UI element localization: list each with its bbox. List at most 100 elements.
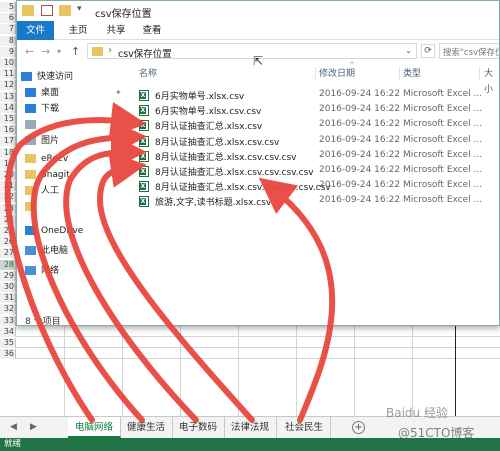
sheet-row bbox=[0, 349, 500, 359]
excel-file-icon bbox=[139, 135, 149, 147]
file-name: 8月认证抽查汇总.xlsx.csv.csv.csv bbox=[155, 152, 297, 163]
row-header[interactable]: 33 bbox=[0, 316, 16, 326]
nav-item[interactable]: 网络 bbox=[25, 263, 59, 279]
column-header-type[interactable]: 类型 bbox=[403, 66, 421, 82]
nav-item[interactable]: 此电脑 bbox=[25, 243, 68, 259]
column-gridline bbox=[296, 326, 297, 416]
nav-item[interactable]: 图片 bbox=[25, 133, 59, 149]
nav-item[interactable]: OneDrive bbox=[25, 223, 83, 239]
tab-share[interactable]: 共享 bbox=[101, 21, 131, 40]
sheet-tab-0[interactable]: 电脑网络 bbox=[68, 417, 122, 438]
row-header[interactable]: 19 bbox=[0, 159, 16, 169]
row-header[interactable]: 8 bbox=[0, 36, 16, 46]
row-header[interactable]: 30 bbox=[0, 282, 16, 292]
file-row[interactable]: 旅游,文字,读书标题.xlsx.csv 2016-09-24 16:22Micro… bbox=[129, 194, 499, 209]
chevron-down-icon[interactable]: ⌄ bbox=[405, 46, 412, 55]
column-divider[interactable] bbox=[315, 67, 316, 81]
row-header[interactable]: 10 bbox=[0, 58, 16, 68]
file-explorer-window: ▾ csv保存位置 文件 主页 共享 查看 ← → ▾ ↑ › csv保存位置 … bbox=[16, 0, 500, 326]
nav-item[interactable] bbox=[25, 117, 41, 133]
column-header-size[interactable]: 大小 bbox=[484, 66, 499, 95]
pin-icon[interactable]: ✦ bbox=[115, 104, 122, 113]
row-header[interactable]: 15 bbox=[0, 114, 16, 124]
row-header[interactable]: 26 bbox=[0, 237, 16, 247]
pin-icon[interactable]: ✦ bbox=[115, 88, 122, 97]
file-type: Microsoft Excel ... bbox=[403, 119, 483, 130]
refresh-button[interactable]: ⟳ bbox=[421, 44, 435, 58]
add-sheet-button[interactable]: + bbox=[352, 421, 365, 434]
recent-dropdown-icon[interactable]: ▾ bbox=[57, 47, 61, 56]
file-row[interactable]: 8月认证抽查汇总.xlsx.csv.csv.csv.csv 2016-09-24 … bbox=[129, 164, 499, 179]
row-header[interactable]: 18 bbox=[0, 148, 16, 158]
sheet-scroll-left-icon[interactable]: ◀ bbox=[10, 422, 17, 432]
row-header[interactable]: 35 bbox=[0, 338, 16, 348]
address-bar[interactable]: › csv保存位置 ⌄ bbox=[87, 43, 417, 60]
pin-icon[interactable]: ✦ bbox=[115, 136, 122, 145]
nav-item[interactable]: 下载 bbox=[25, 101, 59, 117]
documents-icon bbox=[25, 120, 36, 129]
tab-home[interactable]: 主页 bbox=[63, 21, 93, 40]
row-header[interactable]: 36 bbox=[0, 349, 16, 359]
row-header[interactable]: 31 bbox=[0, 293, 16, 303]
up-arrow-icon[interactable]: ↑ bbox=[71, 45, 80, 58]
nav-item[interactable] bbox=[25, 199, 41, 215]
row-header[interactable]: 17 bbox=[0, 136, 16, 146]
properties-icon[interactable] bbox=[41, 5, 53, 16]
sheet-tab-2[interactable]: 电子数码 bbox=[172, 417, 226, 438]
row-header[interactable]: 23 bbox=[0, 204, 16, 214]
file-row[interactable]: 8月认证抽查汇总.xlsx.csv.csv.csv.csv.csv2016-09… bbox=[129, 179, 499, 194]
file-row[interactable]: 8月认证抽查汇总.xlsx.csv.csv.csv 2016-09-24 16:2… bbox=[129, 149, 499, 164]
tab-file[interactable]: 文件 bbox=[17, 21, 54, 40]
file-row[interactable]: 8月认证抽查汇总.xlsx.csv.csv 2016-09-24 16:22Mic… bbox=[129, 134, 499, 149]
row-header[interactable]: 22 bbox=[0, 192, 16, 202]
tab-view[interactable]: 查看 bbox=[137, 21, 167, 40]
row-header[interactable]: 12 bbox=[0, 80, 16, 90]
column-divider[interactable] bbox=[479, 67, 480, 81]
row-header[interactable]: 5 bbox=[0, 2, 16, 12]
back-arrow-icon[interactable]: ← bbox=[25, 45, 34, 58]
breadcrumb-separator-icon[interactable]: › bbox=[108, 45, 112, 56]
column-header-date[interactable]: 修改日期 bbox=[319, 66, 355, 82]
forward-arrow-icon[interactable]: → bbox=[41, 45, 50, 58]
sheet-tab-4[interactable]: 社会民生 bbox=[278, 417, 332, 438]
file-row[interactable]: 6月实物单号.xlsx.csv.csv 2016-09-24 16:22Micro… bbox=[129, 103, 499, 118]
row-header[interactable]: 34 bbox=[0, 327, 16, 337]
row-header[interactable]: 24 bbox=[0, 215, 16, 225]
row-header[interactable]: 7 bbox=[0, 24, 16, 34]
new-folder-icon[interactable] bbox=[59, 5, 71, 16]
column-header-name[interactable]: 名称 bbox=[139, 66, 157, 82]
column-divider[interactable] bbox=[399, 67, 400, 81]
row-header[interactable]: 6 bbox=[0, 13, 16, 23]
row-header[interactable]: 32 bbox=[0, 304, 16, 314]
chevron-down-icon[interactable]: ▾ bbox=[77, 4, 82, 14]
row-header[interactable]: 29 bbox=[0, 271, 16, 281]
row-header[interactable]: 13 bbox=[0, 92, 16, 102]
sheet-tab-3[interactable]: 法律法规 bbox=[224, 417, 278, 438]
row-header[interactable]: 9 bbox=[0, 47, 16, 57]
row-header[interactable]: 14 bbox=[0, 103, 16, 113]
row-header[interactable]: 16 bbox=[0, 125, 16, 135]
file-row[interactable]: 6月实物单号.xlsx.csv 2016-09-24 16:22Microsoft… bbox=[129, 88, 499, 103]
nav-item[interactable]: eRecv bbox=[25, 151, 68, 167]
row-header[interactable]: 25 bbox=[0, 226, 16, 236]
file-name: 6月实物单号.xlsx.csv bbox=[155, 92, 245, 102]
nav-item[interactable]: Snagit bbox=[25, 167, 70, 183]
file-name: 8月认证抽查汇总.xlsx.csv.csv bbox=[155, 137, 280, 148]
row-header[interactable]: 27 bbox=[0, 248, 16, 258]
cell-border bbox=[455, 326, 456, 416]
row-header[interactable]: 11 bbox=[0, 69, 16, 79]
file-row[interactable]: 8月认证抽查汇总.xlsx.csv 2016-09-24 16:22Microso… bbox=[129, 118, 499, 133]
row-header[interactable]: 20 bbox=[0, 170, 16, 180]
sheet-scroll-right-icon[interactable]: ▶ bbox=[30, 422, 37, 432]
window-title: csv保存位置 bbox=[95, 9, 152, 20]
row-header[interactable]: 21 bbox=[0, 181, 16, 191]
sheet-tab-1[interactable]: 健康生活 bbox=[120, 417, 174, 438]
nav-item[interactable]: 人工 bbox=[25, 183, 59, 199]
pin-icon[interactable]: ✦ bbox=[115, 120, 122, 129]
nav-item[interactable]: 桌面 bbox=[25, 85, 59, 101]
nav-item[interactable]: 快速访问 bbox=[21, 69, 73, 85]
breadcrumb-current[interactable]: csv保存位置 bbox=[118, 46, 172, 60]
search-input[interactable]: 搜索"csv保存位置" bbox=[439, 43, 499, 59]
row-header[interactable]: 28 bbox=[0, 260, 16, 270]
file-name: 8月认证抽查汇总.xlsx.csv.csv.csv.csv.csv bbox=[155, 183, 331, 194]
